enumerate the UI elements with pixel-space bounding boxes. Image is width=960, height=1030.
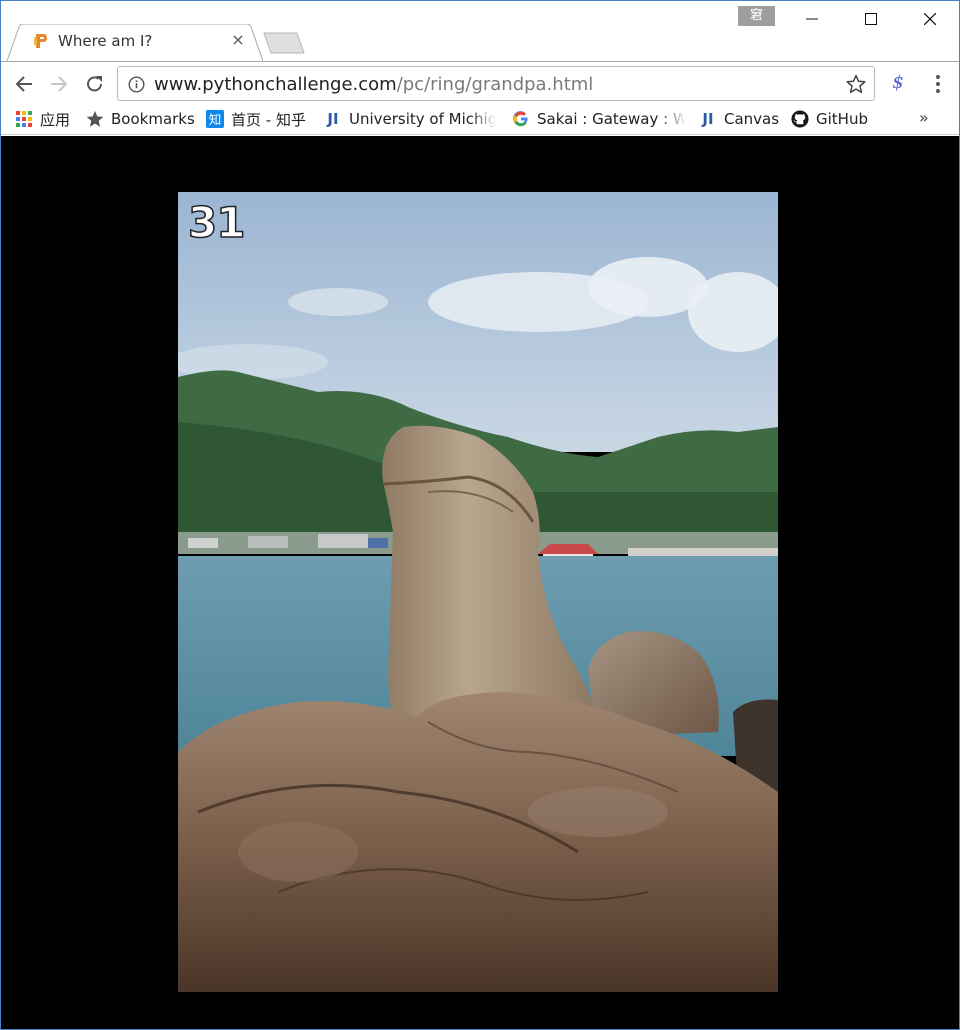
bookmark-sakai[interactable]: Sakai : Gateway : We <box>512 108 686 130</box>
github-icon <box>791 110 809 128</box>
reload-icon <box>87 76 102 92</box>
bookmark-folder-bookmarks[interactable]: Bookmarks <box>86 108 195 130</box>
extension-icon[interactable]: $ <box>885 72 911 96</box>
back-button[interactable] <box>10 70 38 98</box>
info-icon[interactable] <box>128 76 145 93</box>
address-bar[interactable]: www.pythonchallenge.com/pc/ring/grandpa.… <box>117 66 875 101</box>
bookmark-label: GitHub <box>816 110 868 128</box>
bookmark-label: 应用 <box>40 110 71 129</box>
star-icon <box>86 110 104 128</box>
bookmark-canvas[interactable]: JI Canvas <box>699 108 779 130</box>
bookmark-label: Sakai : Gateway : We <box>537 110 686 128</box>
bookmark-apps[interactable]: 应用 <box>15 108 70 130</box>
bookmark-label: University of Michig <box>349 110 496 128</box>
minimize-button[interactable] <box>789 1 835 37</box>
bookmark-github[interactable]: GitHub <box>791 108 868 130</box>
rock-photo-illustration <box>178 192 778 992</box>
zhihu-icon: 知 <box>206 110 224 128</box>
new-tab-button[interactable] <box>261 32 307 54</box>
browser-window: Where am I? × 窘 www.pythonchallenge.com/… <box>0 0 960 1030</box>
tab-close-icon[interactable]: × <box>230 32 246 48</box>
ji-icon: JI <box>702 110 714 128</box>
bookmarks-overflow-button[interactable]: » <box>919 106 929 128</box>
page-content: 31 <box>1 136 959 1029</box>
bookmark-star-icon[interactable] <box>846 74 866 94</box>
menu-kebab-icon[interactable] <box>926 72 950 96</box>
url-domain: www.pythonchallenge.com <box>154 74 397 95</box>
bookmark-label: 首页 - 知乎 <box>231 110 306 129</box>
close-window-button[interactable] <box>907 1 953 37</box>
bookmark-umich[interactable]: JI University of Michig <box>324 108 496 130</box>
bookmark-zhihu[interactable]: 知 首页 - 知乎 <box>206 108 306 130</box>
ji-icon: JI <box>327 110 339 128</box>
ime-indicator: 窘 <box>738 6 775 26</box>
google-icon <box>512 110 530 128</box>
minimize-icon <box>806 18 818 20</box>
browser-toolbar: www.pythonchallenge.com/pc/ring/grandpa.… <box>1 61 959 105</box>
apps-grid-icon <box>15 110 33 128</box>
bookmark-label: Bookmarks <box>111 110 195 128</box>
svg-text:知: 知 <box>209 112 222 127</box>
url-text[interactable]: www.pythonchallenge.com/pc/ring/grandpa.… <box>154 74 593 95</box>
close-icon <box>924 13 936 25</box>
bookmarks-bar: 应用 Bookmarks 知 首页 - 知乎 JI University of … <box>1 105 959 135</box>
reload-button[interactable] <box>81 70 109 98</box>
maximize-icon <box>865 13 877 25</box>
maximize-button[interactable] <box>848 1 894 37</box>
forward-arrow-icon <box>51 76 68 92</box>
tab-title: Where am I? <box>58 32 153 50</box>
level-number-label: 31 <box>187 197 246 248</box>
back-arrow-icon <box>15 76 32 92</box>
bookmark-label: Canvas <box>724 110 780 128</box>
challenge-photo: 31 <box>178 192 778 992</box>
pythonchallenge-favicon <box>34 34 47 48</box>
tab-strip: Where am I? × 窘 <box>1 1 959 61</box>
forward-button[interactable] <box>45 70 73 98</box>
url-path: /pc/ring/grandpa.html <box>396 74 594 95</box>
